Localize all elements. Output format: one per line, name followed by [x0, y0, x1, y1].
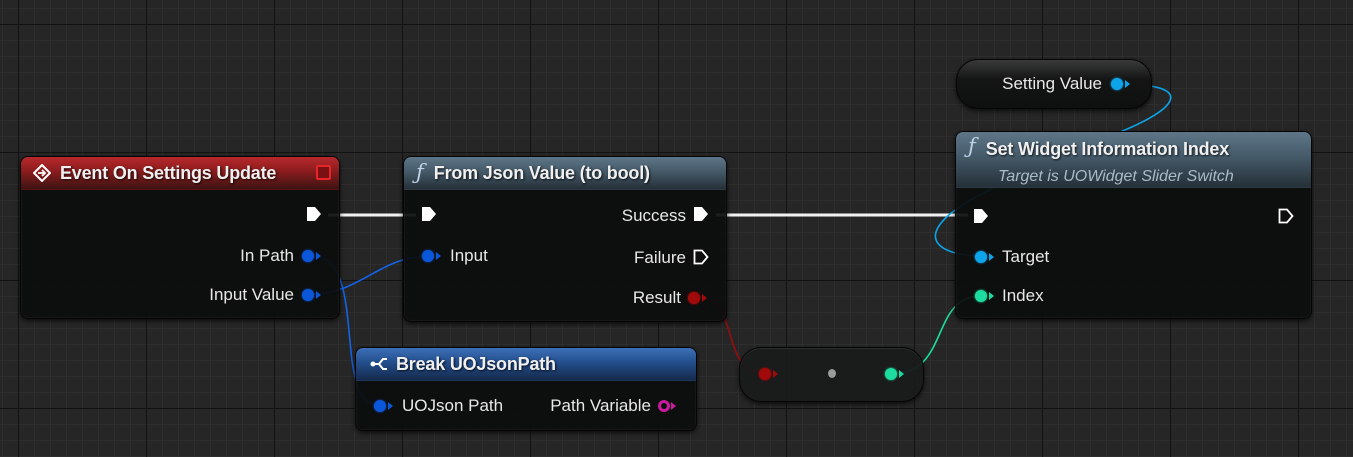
pin-arrow-icon	[989, 292, 994, 300]
pin-label-path-variable: Path Variable	[550, 396, 651, 415]
node-subtitle: Target is UOWidget Slider Switch	[998, 168, 1234, 185]
pin-result[interactable]	[688, 292, 700, 304]
exec-in-pin[interactable]	[421, 206, 437, 222]
pin-label-success: Success	[621, 206, 686, 225]
conversion-dot-icon	[828, 369, 836, 378]
pin-arrow-icon	[702, 294, 707, 302]
node-title: Break UOJsonPath	[396, 353, 556, 374]
from-json-value-node[interactable]: ƒ From Json Value (to bool) Input Succes…	[403, 156, 727, 322]
pin-label-setting-value: Setting Value	[1002, 74, 1102, 93]
pin-conversion-in[interactable]	[759, 368, 771, 380]
event-diamond-icon	[33, 164, 51, 182]
node-header[interactable]: Event On Settings Update	[21, 157, 339, 190]
pin-input[interactable]	[422, 250, 434, 262]
node-header[interactable]: Break UOJsonPath	[356, 348, 696, 381]
pin-setting-value[interactable]	[1111, 78, 1123, 90]
exec-failure-pin[interactable]	[693, 249, 709, 265]
pin-arrow-icon	[899, 370, 904, 378]
pin-label-in-path: In Path	[240, 246, 294, 265]
pin-arrow-icon	[436, 252, 441, 260]
node-header[interactable]: ƒ From Json Value (to bool)	[404, 157, 726, 190]
exec-in-pin[interactable]	[973, 208, 989, 224]
conversion-node[interactable]	[739, 347, 924, 402]
pin-arrow-icon	[989, 253, 994, 261]
delegate-pin-icon[interactable]	[316, 165, 331, 180]
pin-arrow-icon	[316, 291, 321, 299]
pin-label-uojson-path: UOJson Path	[402, 396, 504, 415]
pin-label-target: Target	[1002, 247, 1050, 266]
break-uojsonpath-node[interactable]: Break UOJsonPath UOJson Path Path Variab…	[355, 347, 697, 431]
pin-label-input: Input	[450, 246, 488, 265]
exec-out-pin[interactable]	[1278, 208, 1294, 224]
pin-uojson-path[interactable]	[374, 400, 386, 412]
set-widget-information-index-node[interactable]: ƒ Set Widget Information Index Target is…	[955, 131, 1312, 319]
pin-path-variable[interactable]	[658, 400, 670, 412]
function-icon: ƒ	[968, 134, 976, 158]
node-title: Set Widget Information Index	[985, 139, 1230, 159]
setting-value-getter-node[interactable]: Setting Value	[956, 59, 1152, 109]
exec-success-pin[interactable]	[693, 206, 709, 222]
pin-index[interactable]	[975, 290, 987, 302]
node-title: Event On Settings Update	[60, 162, 277, 183]
pin-label-result: Result	[632, 288, 681, 307]
exec-out-pin[interactable]	[306, 206, 322, 222]
pin-target[interactable]	[975, 251, 987, 263]
pin-arrow-icon	[773, 370, 778, 378]
break-struct-icon	[370, 358, 387, 370]
event-on-settings-update-node[interactable]: Event On Settings Update In Path Input V…	[20, 156, 340, 319]
node-title: From Json Value (to bool)	[433, 162, 650, 183]
pin-arrow-icon	[316, 252, 321, 260]
pin-input-value[interactable]	[302, 289, 314, 301]
function-icon: ƒ	[416, 160, 424, 184]
pin-label-input-value: Input Value	[209, 285, 294, 304]
pin-in-path[interactable]	[302, 250, 314, 262]
pin-arrow-icon	[671, 402, 676, 410]
pin-conversion-out[interactable]	[885, 368, 897, 380]
node-header[interactable]: ƒ Set Widget Information Index Target is…	[956, 132, 1311, 188]
pin-arrow-icon	[388, 402, 393, 410]
pin-label-index: Index	[1002, 286, 1044, 305]
pin-label-failure: Failure	[634, 248, 686, 267]
pin-arrow-icon	[1125, 80, 1130, 88]
